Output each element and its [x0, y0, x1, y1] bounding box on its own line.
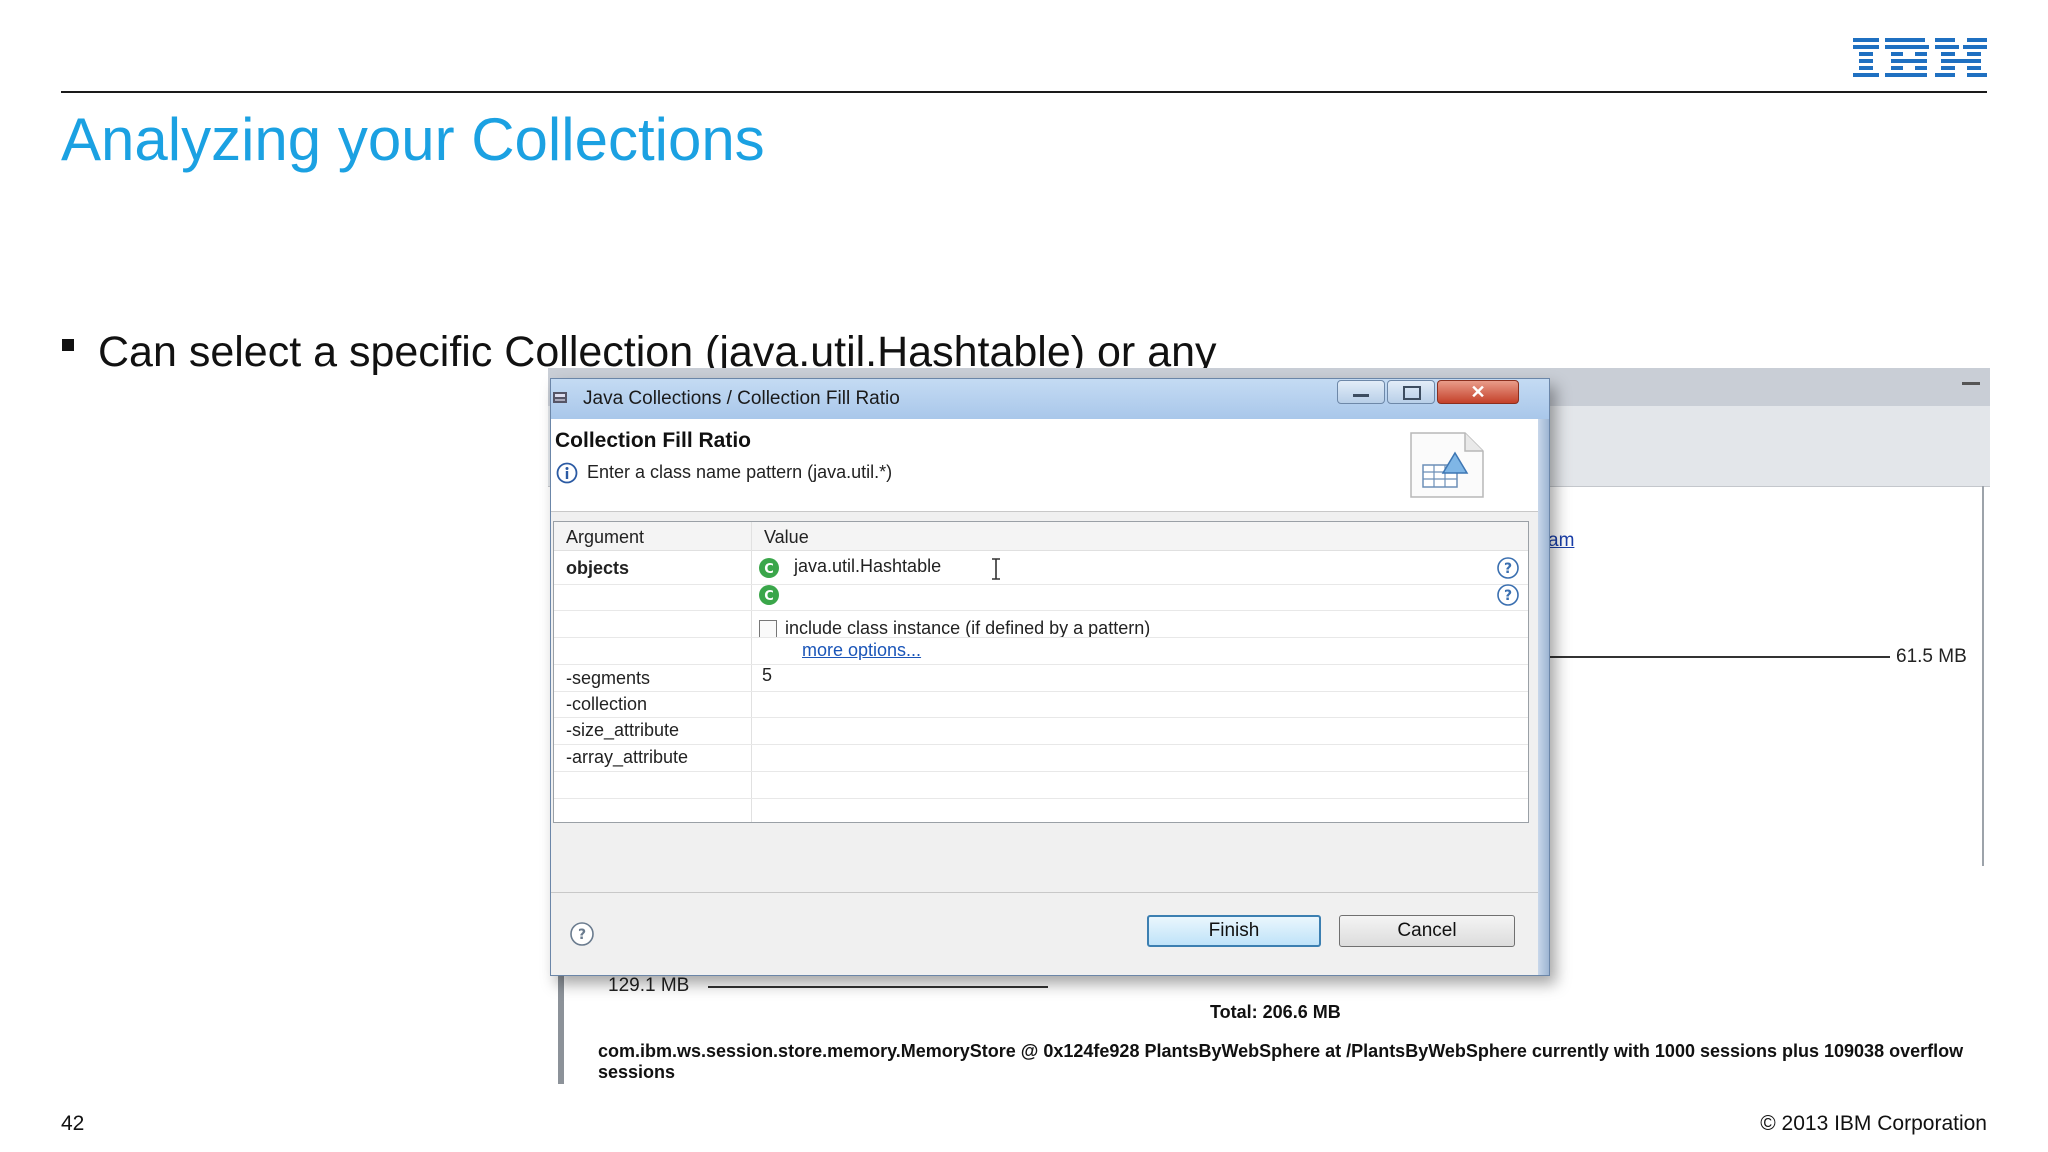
page-number: 42 — [61, 1112, 85, 1135]
include-class-instance-label: include class instance (if defined by a … — [785, 618, 1151, 638]
help-icon[interactable]: ? — [1496, 583, 1520, 607]
arg-objects-label: objects — [566, 558, 630, 578]
svg-text:?: ? — [1504, 588, 1512, 604]
svg-text:?: ? — [578, 927, 586, 943]
bg-scrollbar[interactable] — [1982, 486, 1984, 866]
text-cursor-icon — [992, 558, 1000, 580]
header-rule — [61, 91, 1987, 93]
bg-left-border — [558, 968, 564, 1084]
dialog-header: Collection Fill Ratio Enter a class name… — [551, 419, 1549, 512]
cancel-button[interactable]: Cancel — [1339, 915, 1515, 947]
arg-size-attribute-label: -size_attribute — [566, 720, 680, 740]
bg-link[interactable]: am — [1548, 530, 1574, 552]
window-minimize-button[interactable] — [1337, 380, 1385, 404]
class-icon: C — [759, 585, 779, 605]
arg-array-attribute-label: -array_attribute — [566, 747, 689, 767]
row-divider — [554, 610, 1528, 611]
bg-pointer-line — [708, 986, 1048, 988]
table-header — [554, 522, 1528, 551]
window-close-button[interactable]: ✕ — [1437, 380, 1519, 404]
button-bar-separator — [551, 892, 1549, 893]
svg-text:?: ? — [1504, 561, 1512, 577]
wizard-banner-icon — [1410, 432, 1484, 498]
svg-text:C: C — [764, 562, 774, 577]
column-divider[interactable] — [751, 522, 752, 822]
copyright-notice: © 2013 IBM Corporation — [1760, 1112, 1987, 1135]
bullet-marker — [62, 338, 74, 351]
ibm-logo — [1853, 38, 1987, 77]
dialog-frame-edge — [1538, 419, 1549, 975]
dialog-header-message: Enter a class name pattern (java.util.*) — [587, 462, 893, 482]
column-header-argument[interactable]: Argument — [566, 527, 644, 548]
arguments-table: Argument Value objects C java.util.Hasht… — [553, 521, 1529, 823]
slide-title: Analyzing your Collections — [61, 106, 765, 173]
bg-small-label: 129.1 MB — [608, 975, 690, 996]
arg-collection-label: -collection — [566, 694, 648, 714]
include-class-instance-checkbox[interactable] — [759, 620, 777, 638]
dialog-header-title: Collection Fill Ratio — [555, 429, 752, 452]
dialog-window-title: Java Collections / Collection Fill Ratio — [583, 388, 900, 409]
collection-fill-ratio-dialog: Java Collections / Collection Fill Ratio… — [550, 378, 1550, 976]
arg-segments-value[interactable]: 5 — [762, 665, 772, 686]
svg-text:C: C — [764, 589, 774, 604]
bg-graph-label: 61.5 MB — [1890, 646, 1967, 668]
window-maximize-button[interactable] — [1387, 380, 1435, 404]
help-icon[interactable]: ? — [569, 921, 595, 947]
info-icon — [556, 462, 578, 484]
objects-value-input[interactable]: java.util.Hashtable — [794, 556, 941, 577]
bg-graph-line — [1508, 656, 1940, 658]
row-divider — [554, 798, 1528, 799]
help-icon[interactable]: ? — [1496, 556, 1520, 580]
column-header-value[interactable]: Value — [764, 527, 809, 548]
dialog-titlebar[interactable]: Java Collections / Collection Fill Ratio… — [551, 379, 1549, 419]
row-divider — [554, 664, 1528, 665]
minimize-icon[interactable] — [1962, 382, 1980, 385]
finish-button[interactable]: Finish — [1147, 915, 1321, 947]
row-divider — [554, 691, 1528, 692]
row-divider — [554, 717, 1528, 718]
more-options-link[interactable]: more options... — [802, 640, 921, 661]
bg-description: com.ibm.ws.session.store.memory.MemorySt… — [598, 1041, 1964, 1082]
class-icon: C — [759, 558, 779, 578]
bg-total: Total: 206.6 MB — [1210, 1002, 1341, 1022]
row-divider — [554, 744, 1528, 745]
arg-segments-label: -segments — [566, 668, 651, 688]
row-divider — [554, 637, 1528, 638]
row-divider — [554, 584, 1528, 585]
app-icon — [553, 392, 567, 403]
row-divider — [554, 771, 1528, 772]
